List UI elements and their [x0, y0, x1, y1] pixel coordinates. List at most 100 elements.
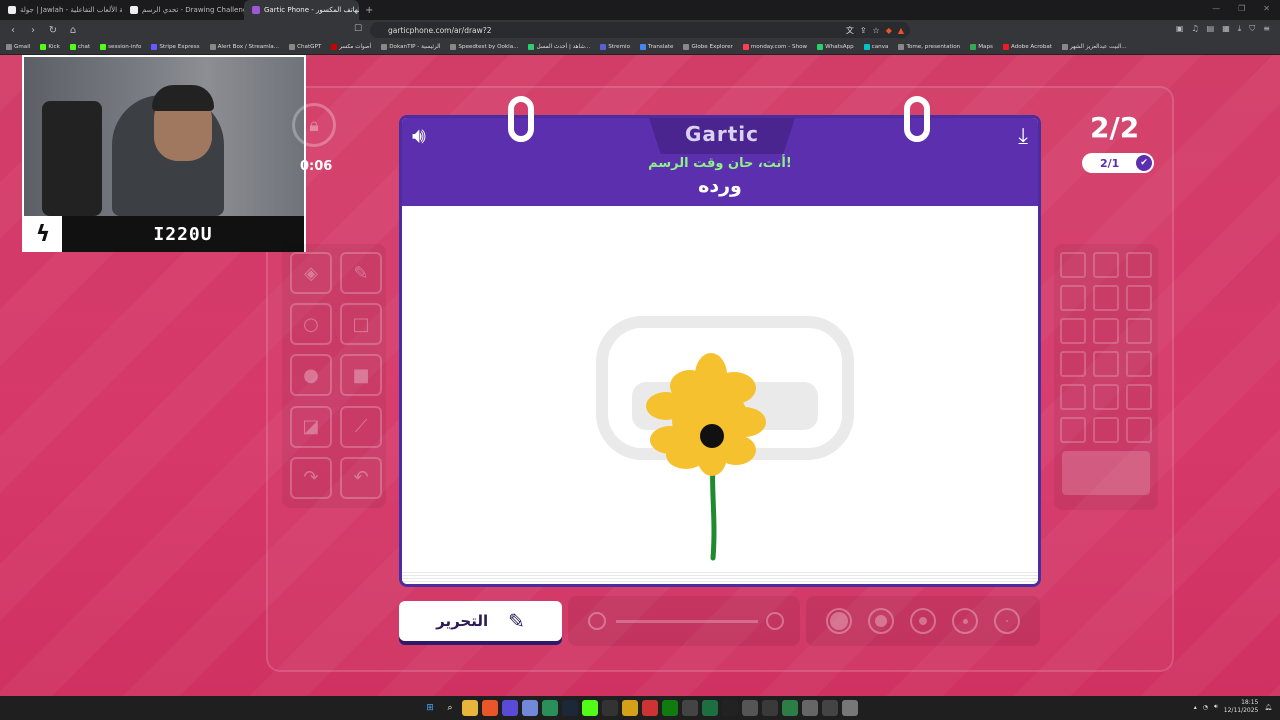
color-swatch[interactable]	[1060, 318, 1086, 344]
share-icon[interactable]: ⇪	[860, 26, 867, 35]
app-icon[interactable]	[642, 700, 658, 716]
app-icon[interactable]	[842, 700, 858, 716]
slider-track[interactable]	[616, 620, 758, 623]
color-swatch[interactable]	[1093, 318, 1119, 344]
brush-size-xs[interactable]	[994, 608, 1020, 634]
edit-button[interactable]: التحرير ✎	[399, 601, 562, 641]
bookmark-item[interactable]: Adobe Acrobat	[1002, 44, 1052, 50]
bookmark-item[interactable]: chat	[69, 44, 90, 50]
sidebar-icon[interactable]: ▤	[1207, 24, 1215, 34]
color-swatch[interactable]	[1060, 351, 1086, 377]
browser-tab-2[interactable]: تحدي الرسم - Drawing Challenge | جـ✕	[122, 0, 244, 20]
app-icon[interactable]	[622, 700, 638, 716]
ellipse-fill-tool-icon[interactable]: ●	[290, 354, 332, 397]
search-icon[interactable]: ⌕	[442, 700, 458, 716]
opacity-slider[interactable]	[568, 596, 800, 646]
eraser-tool-icon[interactable]: ◈	[290, 252, 332, 294]
wifi-icon[interactable]: ◔	[1203, 704, 1208, 711]
rectangle-outline-tool-icon[interactable]: □	[340, 303, 382, 346]
bookmark-item[interactable]: البيت عبدالعزيز الشهر...	[1062, 44, 1127, 50]
color-swatch[interactable]	[1093, 285, 1119, 311]
bookmark-item[interactable]: أصوات مكسر	[331, 44, 371, 50]
bookmark-item[interactable]: Maps	[970, 44, 993, 50]
reload-icon[interactable]: ↻	[46, 25, 60, 36]
brush-size-xl[interactable]	[826, 608, 852, 634]
bookmark-item[interactable]: monday.com - Show	[742, 44, 807, 50]
redo-icon[interactable]: ↷	[290, 456, 332, 499]
bookmark-item[interactable]: Kick	[40, 44, 60, 50]
app-icon[interactable]	[702, 700, 718, 716]
extensions-icon[interactable]: ▣	[1176, 24, 1184, 34]
home-icon[interactable]: ⌂	[66, 25, 80, 36]
drawing-canvas[interactable]	[406, 210, 1035, 572]
notification-icon[interactable]: 🔔︎	[1264, 704, 1272, 711]
music-icon[interactable]: ♫	[1191, 24, 1198, 34]
minimize-icon[interactable]: —	[1212, 4, 1220, 13]
brave-shield-icon[interactable]: ◆	[886, 26, 892, 35]
restore-icon[interactable]: ❐	[1238, 4, 1245, 13]
menu-icon[interactable]: ≡	[1263, 24, 1270, 34]
clock[interactable]: 18:15 12/11/2025	[1224, 699, 1259, 715]
back-icon[interactable]: ‹	[6, 25, 20, 36]
color-swatch[interactable]	[1060, 384, 1086, 410]
app-icon[interactable]	[542, 700, 558, 716]
lock-icon[interactable]: 🔒︎	[292, 103, 336, 147]
obs-icon[interactable]	[722, 700, 738, 716]
start-icon[interactable]: ⊞	[422, 700, 438, 716]
bookmark-item[interactable]: canva	[863, 44, 888, 50]
wallet-icon[interactable]: ▦	[1222, 24, 1230, 34]
bookmark-item[interactable]: Speedtest by Ookla...	[450, 44, 518, 50]
download-icon[interactable]: ⤓	[1018, 124, 1028, 149]
color-swatch[interactable]	[1060, 285, 1086, 311]
custom-color-button[interactable]	[1062, 451, 1150, 495]
color-swatch[interactable]	[1060, 417, 1086, 443]
color-swatch[interactable]	[1126, 384, 1152, 410]
pencil-tool-icon[interactable]: ✎	[340, 252, 382, 294]
bookmark-item[interactable]: Stripe Express	[151, 44, 200, 50]
close-window-icon[interactable]: ✕	[1263, 4, 1270, 13]
color-swatch[interactable]	[1126, 318, 1152, 344]
color-swatch[interactable]	[1093, 384, 1119, 410]
color-swatch[interactable]	[1093, 417, 1119, 443]
app-icon[interactable]	[762, 700, 778, 716]
speaker-icon[interactable]: 🔊︎	[412, 124, 426, 149]
color-swatch[interactable]	[1126, 285, 1152, 311]
kick-icon[interactable]	[582, 700, 598, 716]
undo-icon[interactable]: ↶	[340, 456, 382, 499]
bookmark-item[interactable]: WhatsApp	[817, 44, 854, 50]
bookmark-item[interactable]: Translate	[640, 44, 673, 50]
brush-size-m[interactable]	[910, 608, 936, 634]
download-icon[interactable]: ⤓	[1238, 24, 1242, 34]
settings-icon[interactable]	[822, 700, 838, 716]
url-bar[interactable]: garticphone.com/ar/draw?2 文 ⇪ ☆ ◆ ▲	[370, 22, 910, 38]
bucket-tool-icon[interactable]: ◪	[290, 405, 332, 448]
color-swatch[interactable]	[1126, 252, 1152, 278]
bookmark-item[interactable]: ChatGPT	[289, 44, 321, 50]
app-icon[interactable]	[682, 700, 698, 716]
discord-icon[interactable]	[522, 700, 538, 716]
brave-icon[interactable]	[482, 700, 498, 716]
bookmark-item[interactable]: Alert Box / Streamla...	[209, 44, 279, 50]
forward-icon[interactable]: ›	[26, 25, 40, 36]
app-icon[interactable]	[602, 700, 618, 716]
brush-size-l[interactable]	[868, 608, 894, 634]
browser-tab-active[interactable]: Gartic Phone - لعبة الهاتف المكسور✕	[244, 0, 359, 20]
rectangle-fill-tool-icon[interactable]: ■	[340, 354, 382, 397]
bookmark-item[interactable]: Gmail	[6, 44, 30, 50]
file-explorer-icon[interactable]	[462, 700, 478, 716]
browser-tab-1[interactable]: جولة | Jawlah - منصة الألعاب التفاعلية✕	[0, 0, 122, 20]
color-swatch[interactable]	[1093, 252, 1119, 278]
steam-icon[interactable]	[562, 700, 578, 716]
color-swatch[interactable]	[1060, 252, 1086, 278]
app-icon[interactable]	[742, 700, 758, 716]
bookmark-item[interactable]: DokanTIP - الرئيسية	[381, 44, 440, 50]
ellipse-outline-tool-icon[interactable]: ○	[290, 303, 332, 346]
new-tab-button[interactable]: +	[359, 5, 379, 16]
app-icon[interactable]	[802, 700, 818, 716]
volume-icon[interactable]: 🔊︎	[1214, 703, 1218, 711]
color-swatch[interactable]	[1093, 351, 1119, 377]
bookmark-item[interactable]: Globe Explorer	[683, 44, 733, 50]
app-icon[interactable]	[782, 700, 798, 716]
bookmark-item[interactable]: Stremio	[600, 44, 630, 50]
bookmark-icon[interactable]: ☐	[354, 24, 362, 34]
